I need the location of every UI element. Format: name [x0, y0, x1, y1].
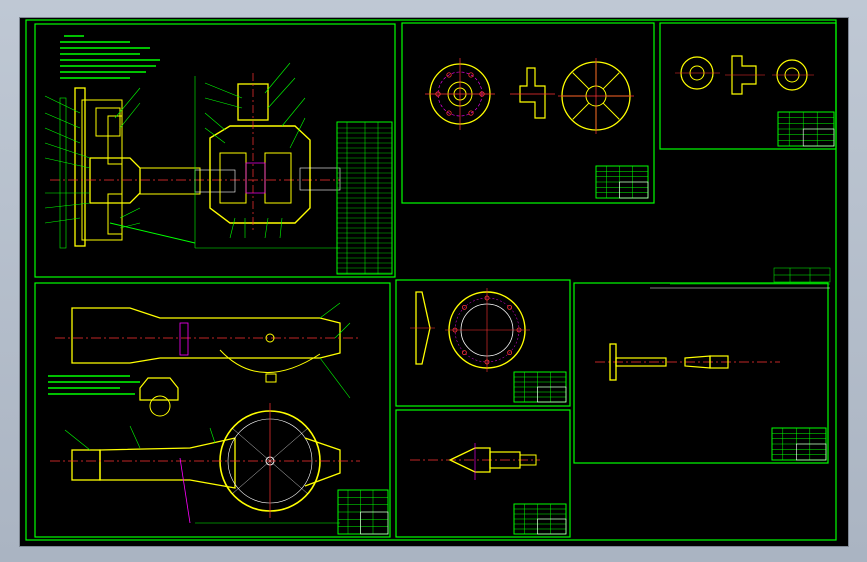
sheet-axle-shaft-part[interactable] — [573, 267, 831, 464]
flange-rear-view — [558, 58, 634, 134]
sheet-pinion-part[interactable] — [395, 409, 571, 538]
sheet-housing-assembly[interactable] — [34, 282, 391, 538]
housing-front-view — [50, 403, 360, 524]
revision-table — [773, 267, 831, 283]
sheet-flange-part[interactable] — [401, 22, 655, 204]
leader-lines-right — [204, 62, 306, 239]
small-part-views — [675, 55, 814, 95]
flange-side-view — [510, 67, 555, 119]
housing-top-view — [55, 307, 360, 383]
parts-list-table — [336, 121, 393, 275]
tech-notes-block — [60, 35, 160, 79]
title-block-small-part — [777, 111, 835, 147]
housing-section-detail — [139, 377, 179, 417]
title-block-axle-shaft — [771, 427, 827, 461]
sheet-gear-part[interactable] — [395, 279, 571, 407]
sheet-assembly-section[interactable] — [34, 23, 396, 278]
sheet-small-part[interactable] — [659, 22, 837, 150]
title-block-pinion — [513, 503, 567, 535]
title-block-housing — [337, 489, 389, 535]
housing-notes — [48, 375, 140, 395]
drawing-canvas[interactable] — [20, 18, 848, 546]
cad-drawing-viewport[interactable] — [20, 18, 848, 546]
axle-shaft-view — [595, 343, 780, 381]
title-block-flange — [595, 165, 649, 199]
title-block-gear — [513, 371, 567, 403]
flange-front-view — [425, 58, 495, 130]
pinion-view — [410, 443, 540, 480]
gear-views — [410, 288, 530, 372]
